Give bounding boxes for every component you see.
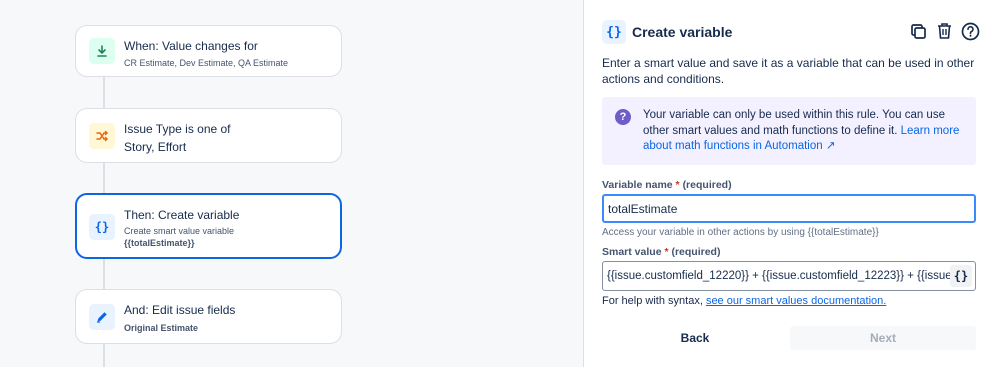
required-text: (required)	[671, 246, 721, 258]
condition-title: Issue Type is one of	[124, 122, 231, 136]
variable-name-label: Variable name * (required)	[602, 179, 732, 191]
panel-actions	[908, 21, 980, 41]
syntax-help-text: For help with syntax,	[602, 295, 703, 307]
pencil-icon	[89, 304, 115, 330]
create-variable-title: Then: Create variable	[124, 208, 240, 222]
question-circle-icon	[961, 22, 979, 40]
smart-value-text: {{issue.customfield_12220}} + {{issue.cu…	[607, 270, 967, 282]
variable-name-label-text: Variable name	[602, 179, 673, 191]
delete-button[interactable]	[934, 21, 954, 41]
smart-value-label: Smart value * (required)	[602, 246, 720, 258]
help-button[interactable]	[960, 21, 980, 41]
edit-fields-detail: Original Estimate	[124, 323, 199, 333]
condition-subtitle: Story, Effort	[124, 140, 187, 154]
braces-icon: {}	[89, 214, 115, 240]
braces-icon: {}	[602, 20, 626, 44]
trigger-title: When: Value changes for	[124, 39, 258, 53]
next-button[interactable]: Next	[790, 326, 976, 350]
info-text: Your variable can only be used within th…	[643, 108, 967, 155]
required-mark: *	[675, 179, 680, 191]
rule-canvas: When: Value changes for CR Estimate, Dev…	[0, 0, 583, 367]
trash-icon	[937, 23, 951, 39]
config-panel: {} Create variable Enter a smart value a…	[583, 0, 998, 367]
panel-title: Create variable	[632, 24, 733, 40]
insert-smart-value-button[interactable]: {}	[950, 265, 972, 287]
required-text: (required)	[682, 179, 732, 191]
duplicate-icon	[910, 23, 926, 39]
trigger-node[interactable]: When: Value changes for CR Estimate, Dev…	[75, 25, 342, 77]
required-mark: *	[664, 246, 669, 258]
edit-fields-title: And: Edit issue fields	[124, 303, 236, 317]
create-variable-subtitle: Create smart value variable	[124, 226, 235, 236]
panel-description: Enter a smart value and save it as a var…	[602, 56, 975, 86]
question-icon: ?	[615, 109, 631, 125]
duplicate-button[interactable]	[908, 21, 928, 41]
smart-value-label-text: Smart value	[602, 246, 662, 258]
create-variable-node[interactable]: {} Then: Create variable Create smart va…	[75, 193, 342, 259]
variable-name-input[interactable]: totalEstimate	[602, 194, 976, 223]
syntax-help: For help with syntax, see our smart valu…	[602, 295, 886, 307]
trigger-subtitle: CR Estimate, Dev Estimate, QA Estimate	[124, 58, 289, 68]
download-icon	[89, 38, 115, 64]
create-variable-detail: {{totalEstimate}}	[124, 238, 195, 248]
info-message: ? Your variable can only be used within …	[602, 97, 976, 165]
condition-node[interactable]: Issue Type is one of Story, Effort	[75, 108, 342, 163]
shuffle-icon	[89, 123, 115, 149]
smart-value-input[interactable]: {{issue.customfield_12220}} + {{issue.cu…	[602, 261, 976, 291]
variable-name-help: Access your variable in other actions by…	[602, 227, 879, 238]
back-button[interactable]: Back	[602, 326, 788, 350]
smart-values-docs-link[interactable]: see our smart values documentation.	[706, 295, 886, 307]
edit-fields-node[interactable]: And: Edit issue fields Original Estimate	[75, 289, 342, 344]
